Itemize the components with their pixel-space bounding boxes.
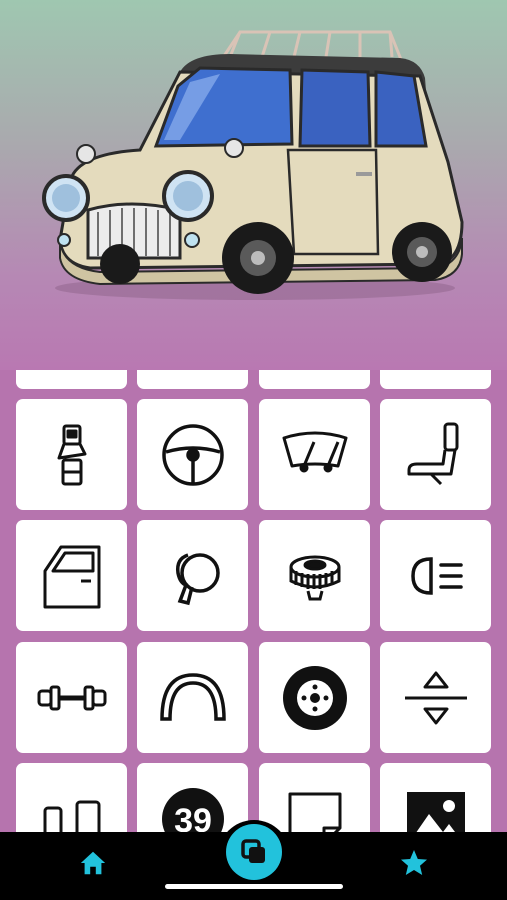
photo-tile[interactable] (380, 763, 491, 832)
side-mirror-tile[interactable] (137, 520, 248, 631)
grid-tile-partial[interactable] (137, 370, 248, 389)
grid-tile-partial[interactable] (259, 370, 370, 389)
car-door-tile[interactable] (16, 520, 127, 631)
home-tab-button[interactable] (76, 846, 110, 880)
suspension-height-icon (404, 671, 467, 724)
wheel-arch-tile[interactable] (137, 642, 248, 753)
windshield-wiper-icon (282, 431, 347, 472)
car-seat-tile[interactable] (380, 399, 491, 510)
car-seat-icon (407, 422, 458, 485)
axle-icon (37, 685, 106, 710)
windshield-wiper-tile[interactable] (259, 399, 370, 510)
steering-wheel-tile[interactable] (137, 399, 248, 510)
fuel-cap-tile[interactable] (259, 520, 370, 631)
headlight-icon (410, 556, 463, 595)
side-mirror-icon (175, 552, 220, 605)
steering-wheel-icon (161, 423, 224, 486)
hero-banner (0, 0, 507, 370)
grid-tile-partial[interactable] (16, 370, 127, 389)
star-icon (401, 850, 427, 875)
headlight-tile[interactable] (380, 520, 491, 631)
layers-tab-button[interactable] (226, 824, 282, 880)
fuel-cap-icon (289, 555, 340, 600)
photo-icon (406, 791, 465, 832)
car-door-icon (43, 545, 100, 608)
suspension-height-tile[interactable] (380, 642, 491, 753)
sticker-tile[interactable] (259, 763, 370, 832)
bottom-tab-bar (0, 820, 507, 900)
seatbelt-icon (57, 424, 86, 485)
layers-icon (241, 839, 265, 863)
interior-tile[interactable] (16, 763, 127, 832)
tire-tile[interactable] (259, 642, 370, 753)
axle-tile[interactable] (16, 642, 127, 753)
home-indicator (165, 884, 343, 889)
race-number-icon: 39 (161, 787, 224, 833)
favorites-tab-button[interactable] (397, 846, 431, 880)
sticker-icon (288, 792, 341, 832)
race-number-tile[interactable]: 39 (137, 763, 248, 832)
grid-tile-partial[interactable] (380, 370, 491, 389)
wheel-arch-icon (159, 672, 226, 721)
tire-icon (282, 665, 347, 730)
race-number-text: 39 (174, 802, 212, 833)
parts-grid: 39 (0, 370, 507, 832)
mini-car-illustration (42, 30, 464, 300)
interior-icon (43, 800, 100, 832)
home-icon (80, 851, 106, 875)
seatbelt-tile[interactable] (16, 399, 127, 510)
